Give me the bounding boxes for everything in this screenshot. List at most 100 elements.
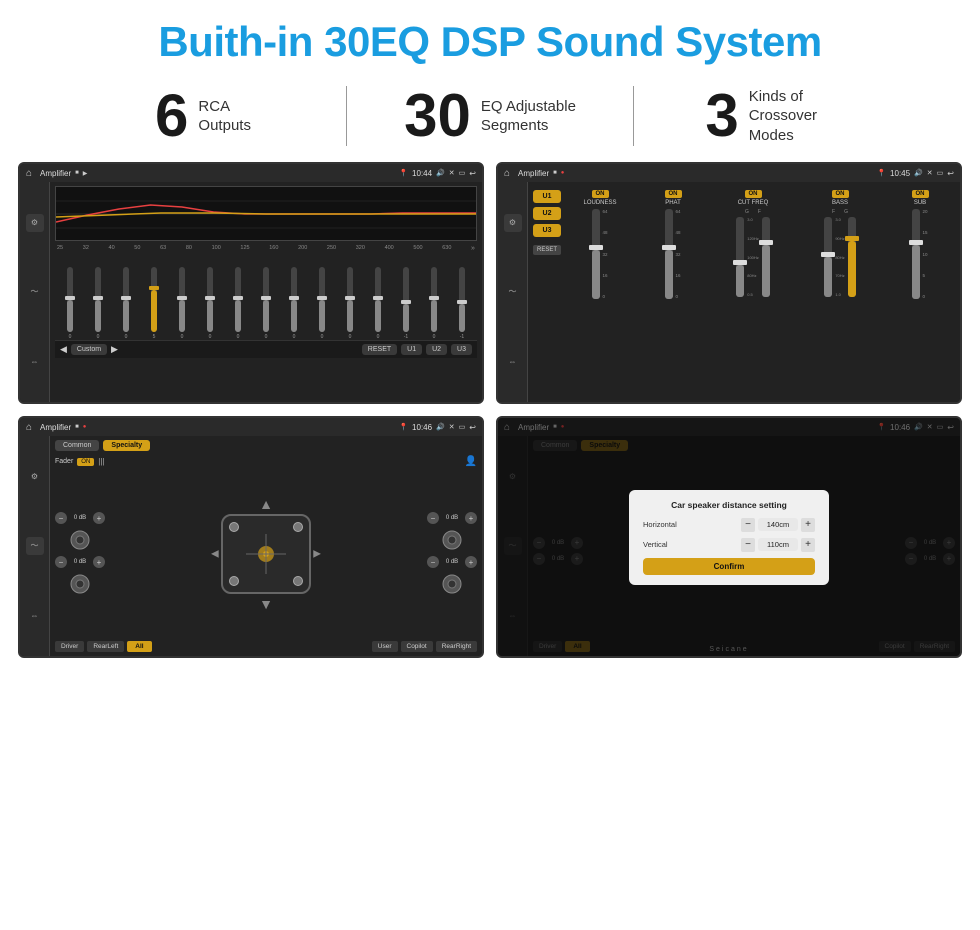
x-icon-2[interactable]: ✕ — [927, 169, 933, 177]
window-icon-1[interactable]: ▭ — [459, 169, 466, 177]
back-icon-3[interactable]: ↩ — [469, 423, 476, 432]
cutfreq-toggle[interactable]: ON — [745, 190, 762, 198]
horizontal-minus-btn[interactable]: − — [741, 518, 755, 532]
reset-btn-2[interactable]: RESET — [533, 245, 561, 255]
play-prev-btn[interactable]: ◀ — [60, 344, 67, 355]
eq-balance-icon[interactable]: ⇔ — [26, 352, 44, 370]
fader-label: Fader — [55, 458, 73, 465]
cutfreq-slider-f[interactable] — [762, 217, 770, 297]
driver-btn[interactable]: Driver — [55, 641, 84, 652]
db-minus-br[interactable]: − — [427, 556, 439, 568]
db-val-br: 0 dB — [441, 559, 463, 565]
stats-row: 6 RCAOutputs 30 EQ AdjustableSegments 3 … — [0, 76, 980, 162]
db-minus-tr[interactable]: − — [427, 512, 439, 524]
eq-sidebar: ⚙ 〜 ⇔ — [20, 182, 50, 402]
rearleft-btn[interactable]: RearLeft — [87, 641, 124, 652]
eq-sliders-row: 0 0 0 5 0 — [55, 255, 477, 340]
loudness-slider-l[interactable] — [592, 209, 600, 299]
stat-rca: 6 RCAOutputs — [60, 86, 346, 146]
x-icon-1[interactable]: ✕ — [449, 169, 455, 177]
cutfreq-slider-g[interactable] — [736, 217, 744, 297]
record-icon-3: ■ — [75, 424, 79, 430]
db-val-tr: 0 dB — [441, 515, 463, 521]
eq-slider-13: 0 — [421, 267, 447, 340]
rearright-btn[interactable]: RearRight — [436, 641, 477, 652]
db-minus-tl[interactable]: − — [55, 512, 67, 524]
vertical-minus-btn[interactable]: − — [741, 538, 755, 552]
bass-slider-g[interactable] — [848, 217, 856, 297]
db-plus-br[interactable]: + — [465, 556, 477, 568]
eq-slider-10: 0 — [337, 267, 363, 340]
sub-toggle[interactable]: ON — [912, 190, 929, 198]
speaker-tl-icon — [68, 528, 92, 552]
rca-label: RCAOutputs — [198, 97, 251, 136]
cutfreq-label: CUT FREQ — [738, 200, 769, 206]
home-icon-1[interactable]: ⌂ — [26, 168, 32, 179]
db-row-tr: − 0 dB + — [427, 512, 477, 524]
u1-btn[interactable]: U1 — [533, 190, 561, 203]
speaker-corner-bl — [229, 576, 239, 586]
amp-settings-icon[interactable]: ⚙ — [504, 214, 522, 232]
specialty-tab[interactable]: Specialty — [103, 440, 150, 451]
eq-settings-icon[interactable]: ⚙ — [26, 214, 44, 232]
db-plus-tr[interactable]: + — [465, 512, 477, 524]
sub-slider[interactable] — [912, 209, 920, 299]
u3-btn-1[interactable]: U3 — [451, 344, 472, 355]
back-icon-2[interactable]: ↩ — [947, 169, 954, 178]
fader-area: − 0 dB + − 0 dB — [55, 471, 477, 637]
common-tab[interactable]: Common — [55, 440, 99, 451]
amp-balance-icon[interactable]: ⇔ — [504, 352, 522, 370]
horizontal-value[interactable]: 140cm — [758, 518, 798, 531]
right-arrow[interactable]: ▶ — [313, 549, 321, 560]
bass-toggle[interactable]: ON — [832, 190, 849, 198]
up-arrow[interactable]: ▲ — [259, 496, 273, 512]
custom-btn[interactable]: Custom — [71, 344, 107, 355]
amp-wave-icon[interactable]: 〜 — [504, 283, 522, 301]
eq-slider-7: 0 — [253, 267, 279, 340]
all-btn[interactable]: All — [127, 641, 151, 652]
eq-main: 2532405063 80100125160200 25032040050063… — [50, 182, 482, 402]
eq-wave-icon[interactable]: 〜 — [26, 283, 44, 301]
loudness-toggle[interactable]: ON — [592, 190, 609, 198]
amp-main-2: U1 U2 U3 RESET ON LOUDNESS — [528, 182, 960, 402]
down-arrow[interactable]: ▼ — [259, 596, 273, 612]
db-row-bl: − 0 dB + — [55, 556, 105, 568]
bass-slider-f[interactable] — [824, 217, 832, 297]
home-icon-2[interactable]: ⌂ — [504, 168, 510, 179]
reset-btn-1[interactable]: RESET — [362, 344, 397, 355]
confirm-button[interactable]: Confirm — [643, 558, 815, 575]
vertical-value[interactable]: 110cm — [758, 538, 798, 551]
fader-on-btn[interactable]: ON — [77, 458, 94, 466]
user-btn[interactable]: User — [372, 641, 398, 652]
u3-btn[interactable]: U3 — [533, 224, 561, 237]
fader-bottom-buttons: Driver RearLeft All User Copilot RearRig… — [55, 641, 477, 652]
car-diagram: ▲ — [109, 471, 423, 637]
fader-wave-icon[interactable]: 〜 — [26, 537, 44, 555]
u2-btn[interactable]: U2 — [533, 207, 561, 220]
db-plus-bl[interactable]: + — [93, 556, 105, 568]
play-next-btn[interactable]: ▶ — [111, 344, 118, 355]
horizontal-plus-btn[interactable]: + — [801, 518, 815, 532]
back-icon-1[interactable]: ↩ — [469, 169, 476, 178]
eq-slider-11: 0 — [365, 267, 391, 340]
phat-slider[interactable] — [665, 209, 673, 299]
db-plus-tl[interactable]: + — [93, 512, 105, 524]
eq-slider-2: 0 — [113, 267, 139, 340]
left-arrow[interactable]: ◀ — [211, 549, 219, 560]
dialog-box: Car speaker distance setting Horizontal … — [629, 490, 829, 585]
window-icon-3[interactable]: ▭ — [459, 423, 466, 431]
home-icon-3[interactable]: ⌂ — [26, 422, 32, 433]
phat-toggle[interactable]: ON — [665, 190, 682, 198]
copilot-btn[interactable]: Copilot — [401, 641, 433, 652]
x-icon-3[interactable]: ✕ — [449, 423, 455, 431]
db-minus-bl[interactable]: − — [55, 556, 67, 568]
vertical-plus-btn[interactable]: + — [801, 538, 815, 552]
u2-btn-1[interactable]: U2 — [426, 344, 447, 355]
volume-icon-1: 🔊 — [436, 169, 445, 177]
fader-balance-icon[interactable]: ⇔ — [26, 606, 44, 624]
fader-settings-icon[interactable]: ⚙ — [26, 468, 44, 486]
window-icon-2[interactable]: ▭ — [937, 169, 944, 177]
car-body: ◀ ▶ — [221, 514, 311, 594]
u1-btn-1[interactable]: U1 — [401, 344, 422, 355]
stat-crossover: 3 Kinds ofCrossover Modes — [634, 86, 920, 146]
